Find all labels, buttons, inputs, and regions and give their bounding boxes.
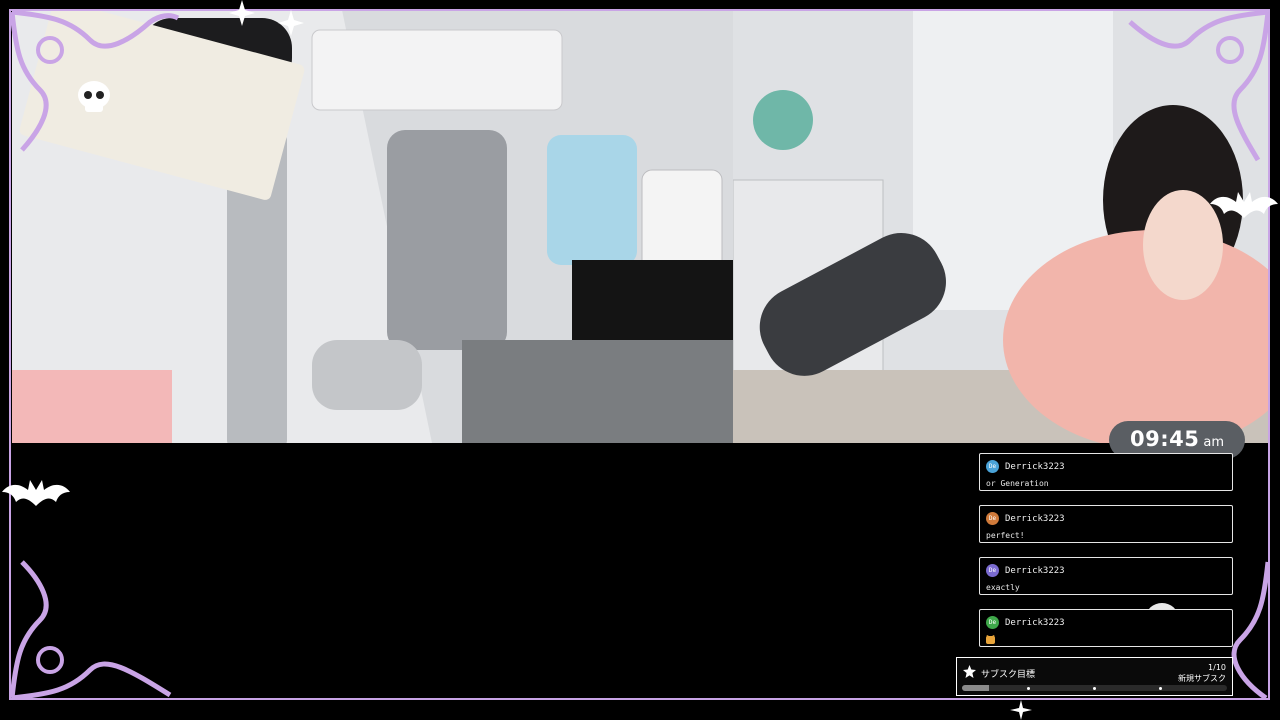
frame-ornament-top-right bbox=[1128, 10, 1270, 162]
frame-bottom-line bbox=[10, 698, 1270, 700]
sub-goal-title: サブスク目標 bbox=[981, 670, 1036, 680]
star-icon bbox=[963, 665, 976, 678]
chat-message: De Derrick3223 perfect! bbox=[979, 505, 1233, 543]
avatar: De bbox=[986, 564, 999, 577]
chat-message-header: De Derrick3223 bbox=[986, 616, 1065, 629]
chat-message-header: De Derrick3223 bbox=[986, 564, 1065, 577]
sparkle-icon bbox=[278, 10, 304, 36]
frame-top-line bbox=[10, 9, 1270, 11]
chat-message-text: perfect! bbox=[986, 531, 1025, 540]
bat-icon bbox=[1210, 192, 1278, 218]
chat-username: Derrick3223 bbox=[1005, 461, 1065, 472]
sub-goal-widget: サブスク目標 1/10 新規サブスク bbox=[956, 657, 1233, 696]
chat-message-header: De Derrick3223 bbox=[986, 512, 1065, 525]
bat-icon bbox=[2, 480, 70, 506]
sub-goal-milestone-dot bbox=[1027, 687, 1030, 690]
clock-time: 09:45 bbox=[1130, 427, 1200, 451]
chat-message: De Derrick3223 exactly bbox=[979, 557, 1233, 595]
sub-goal-milestone-dot bbox=[1159, 687, 1162, 690]
sparkle-icon bbox=[229, 0, 255, 26]
chat-message-header: De Derrick3223 bbox=[986, 460, 1065, 473]
avatar: De bbox=[986, 616, 999, 629]
chat-username: Derrick3223 bbox=[1005, 513, 1065, 524]
sparkle-icon bbox=[1010, 700, 1032, 720]
sub-goal-subtitle: 新規サブスク bbox=[1178, 674, 1226, 683]
avatar: De bbox=[986, 512, 999, 525]
chat-message: De Derrick3223 or Generation bbox=[979, 453, 1233, 491]
sub-goal-milestone-dot bbox=[1093, 687, 1096, 690]
chat-username: Derrick3223 bbox=[1005, 617, 1065, 628]
chat-message: De Derrick3223 bbox=[979, 609, 1233, 647]
sub-goal-progress-fill bbox=[962, 685, 989, 691]
chat-message-text: exactly bbox=[986, 583, 1020, 592]
sub-goal-count: 1/10 bbox=[1208, 663, 1226, 672]
chat-username: Derrick3223 bbox=[1005, 565, 1065, 576]
avatar: De bbox=[986, 460, 999, 473]
cat-emoji-icon bbox=[986, 635, 995, 644]
skull-icon bbox=[78, 81, 110, 112]
frame-ornament-bottom-left bbox=[10, 560, 172, 700]
chat-message-text: or Generation bbox=[986, 479, 1049, 488]
clock-ampm: am bbox=[1203, 435, 1224, 450]
